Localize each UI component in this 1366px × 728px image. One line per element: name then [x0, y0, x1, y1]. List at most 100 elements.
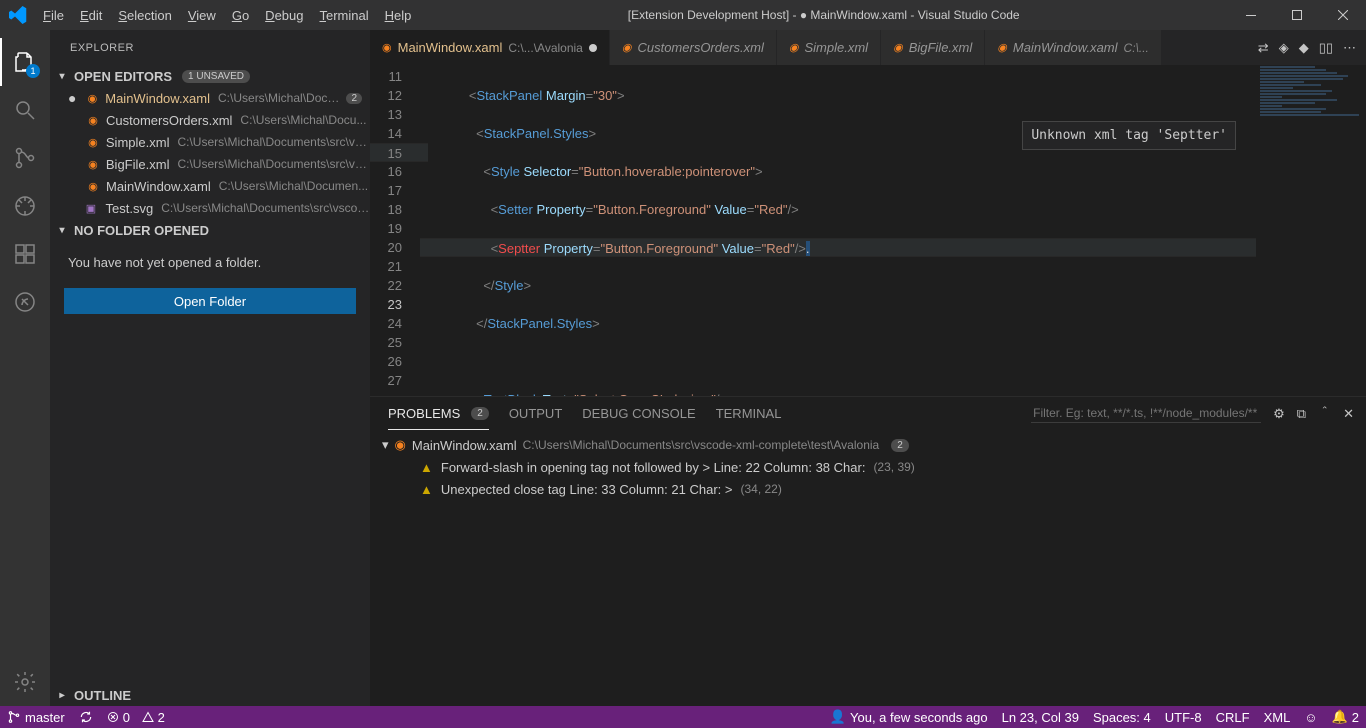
open-editor-item[interactable]: ● ◉ MainWindow.xaml C:\Users\Michal\Docu…: [50, 87, 370, 109]
menu-file[interactable]: File: [35, 0, 72, 30]
code-editor[interactable]: 11121314 15 16171819202122 2324252627 <S…: [370, 65, 1366, 396]
panel-tabs: PROBLEMS2 OUTPUT DEBUG CONSOLE TERMINAL …: [370, 397, 1366, 430]
vscode-logo-icon: [0, 6, 35, 24]
open-editor-item[interactable]: ◉CustomersOrders.xmlC:\Users\Michal\Docu…: [50, 109, 370, 131]
status-indent[interactable]: Spaces: 4: [1086, 706, 1158, 728]
code-content[interactable]: <StackPanel Margin="30"> <StackPanel.Sty…: [420, 65, 1366, 396]
problems-filter-input[interactable]: [1031, 404, 1261, 423]
panel-close-icon[interactable]: ✕: [1343, 406, 1354, 422]
status-encoding[interactable]: UTF-8: [1158, 706, 1209, 728]
more-icon[interactable]: ⋯: [1343, 40, 1356, 56]
activity-debug[interactable]: [0, 182, 50, 230]
problems-file-group[interactable]: ▾ ◉ MainWindow.xaml C:\Users\Michal\Docu…: [382, 434, 1354, 456]
status-position[interactable]: Ln 23, Col 39: [995, 706, 1086, 728]
status-blame[interactable]: 👤You, a few seconds ago: [823, 706, 995, 728]
menu-go[interactable]: Go: [224, 0, 257, 30]
open-editors-list: ● ◉ MainWindow.xaml C:\Users\Michal\Docu…: [50, 87, 370, 219]
open-editor-item[interactable]: ◉MainWindow.xamlC:\Users\Michal\Documen.…: [50, 175, 370, 197]
activity-settings[interactable]: [0, 658, 50, 706]
xml-file-icon: ◉: [86, 158, 100, 171]
hover-tooltip: Unknown xml tag 'Septter': [1022, 121, 1236, 150]
xml-file-icon: ◉: [997, 41, 1007, 54]
problem-item[interactable]: ▲Unexpected close tag Line: 33 Column: 2…: [382, 478, 1354, 500]
xml-file-icon: ◉: [382, 41, 392, 54]
menu-help[interactable]: Help: [377, 0, 420, 30]
editor-tabs: ◉ MainWindow.xaml C:\...\Avalonia ◉Custo…: [370, 30, 1366, 65]
open-editor-item[interactable]: ▣Test.svgC:\Users\Michal\Documents\src\v…: [50, 197, 370, 219]
outline-header[interactable]: ▸ OUTLINE: [50, 684, 370, 706]
activity-bar: 1: [0, 30, 50, 706]
collapse-all-icon[interactable]: ⧉: [1297, 406, 1306, 422]
sidebar: EXPLORER ▾ OPEN EDITORS 1 UNSAVED ● ◉ Ma…: [50, 30, 370, 706]
preview-icon[interactable]: ◈: [1279, 40, 1289, 56]
problems-list: ▾ ◉ MainWindow.xaml C:\Users\Michal\Docu…: [370, 430, 1366, 706]
problem-item[interactable]: ▲Forward-slash in opening tag not follow…: [382, 456, 1354, 478]
close-button[interactable]: [1320, 0, 1366, 30]
warning-icon: ▲: [420, 460, 433, 475]
menu-view[interactable]: View: [180, 0, 224, 30]
status-notifications[interactable]: 🔔2: [1325, 706, 1366, 728]
panel-tab-terminal[interactable]: TERMINAL: [716, 397, 782, 430]
status-bar: master 0 2 👤You, a few seconds ago Ln 23…: [0, 706, 1366, 728]
editor-actions: ⇄ ◈ ◆ ▯▯ ⋯: [1248, 30, 1366, 65]
panel-maximize-icon[interactable]: ＾: [1318, 404, 1331, 423]
open-editor-item[interactable]: ◉BigFile.xmlC:\Users\Michal\Documents\sr…: [50, 153, 370, 175]
xml-file-icon: ◉: [86, 180, 100, 193]
explorer-badge: 1: [26, 64, 40, 78]
person-icon: 👤: [830, 709, 846, 725]
xml-file-icon: ◉: [789, 41, 799, 54]
xml-file-icon: ◉: [86, 92, 100, 105]
activity-custom[interactable]: [0, 278, 50, 326]
menu-edit[interactable]: Edit: [72, 0, 110, 30]
split-icon[interactable]: ▯▯: [1319, 40, 1333, 56]
window-controls: [1228, 0, 1366, 30]
image-file-icon: ▣: [86, 202, 100, 215]
dirty-indicator-icon: ●: [68, 91, 80, 105]
status-eol[interactable]: CRLF: [1209, 706, 1257, 728]
minimize-button[interactable]: [1228, 0, 1274, 30]
menu-debug[interactable]: Debug: [257, 0, 311, 30]
chevron-down-icon: ▾: [54, 71, 70, 82]
activity-extensions[interactable]: [0, 230, 50, 278]
no-folder-header[interactable]: ▾ NO FOLDER OPENED: [50, 219, 370, 241]
open-editors-header[interactable]: ▾ OPEN EDITORS 1 UNSAVED: [50, 65, 370, 87]
tab-mainwindow[interactable]: ◉ MainWindow.xaml C:\...\Avalonia: [370, 30, 610, 65]
editor-area: ◉ MainWindow.xaml C:\...\Avalonia ◉Custo…: [370, 30, 1366, 706]
filter-settings-icon[interactable]: ⚙: [1273, 406, 1285, 422]
diff-icon[interactable]: ◆: [1299, 40, 1309, 56]
unsaved-badge: 1 UNSAVED: [182, 70, 250, 83]
open-folder-button[interactable]: Open Folder: [64, 288, 356, 314]
bottom-panel: PROBLEMS2 OUTPUT DEBUG CONSOLE TERMINAL …: [370, 396, 1366, 706]
menu-selection[interactable]: Selection: [110, 0, 179, 30]
tab-bigfile[interactable]: ◉BigFile.xml: [881, 30, 985, 65]
status-feedback[interactable]: ☺: [1297, 706, 1324, 728]
line-gutter: 11121314 15 16171819202122 2324252627: [370, 65, 420, 396]
panel-tab-problems[interactable]: PROBLEMS2: [388, 397, 489, 430]
activity-explorer[interactable]: 1: [0, 38, 50, 86]
status-sync[interactable]: [72, 706, 100, 728]
panel-tab-debug[interactable]: DEBUG CONSOLE: [582, 397, 695, 430]
status-language[interactable]: XML: [1257, 706, 1298, 728]
tab-simple[interactable]: ◉Simple.xml: [777, 30, 881, 65]
xml-file-icon: ◉: [893, 41, 903, 54]
activity-scm[interactable]: [0, 134, 50, 182]
minimap[interactable]: [1256, 65, 1366, 396]
panel-tab-output[interactable]: OUTPUT: [509, 397, 562, 430]
chevron-right-icon: ▸: [54, 690, 70, 701]
compare-icon[interactable]: ⇄: [1258, 40, 1269, 56]
open-editor-item[interactable]: ◉Simple.xmlC:\Users\Michal\Documents\src…: [50, 131, 370, 153]
tab-mainwindow-2[interactable]: ◉MainWindow.xamlC:\...: [985, 30, 1162, 65]
maximize-button[interactable]: [1274, 0, 1320, 30]
menu-bar: File Edit Selection View Go Debug Termin…: [35, 0, 419, 30]
chevron-down-icon: ▾: [54, 225, 70, 236]
title-bar: File Edit Selection View Go Debug Termin…: [0, 0, 1366, 30]
window-title: [Extension Development Host] - ● MainWin…: [419, 8, 1228, 22]
tab-customers[interactable]: ◉CustomersOrders.xml: [610, 30, 777, 65]
chevron-down-icon: ▾: [382, 437, 389, 453]
status-errors-warnings[interactable]: 0 2: [100, 706, 172, 728]
menu-terminal[interactable]: Terminal: [311, 0, 376, 30]
sidebar-title: EXPLORER: [50, 30, 370, 65]
status-branch[interactable]: master: [0, 706, 72, 728]
activity-search[interactable]: [0, 86, 50, 134]
xml-file-icon: ◉: [622, 41, 632, 54]
